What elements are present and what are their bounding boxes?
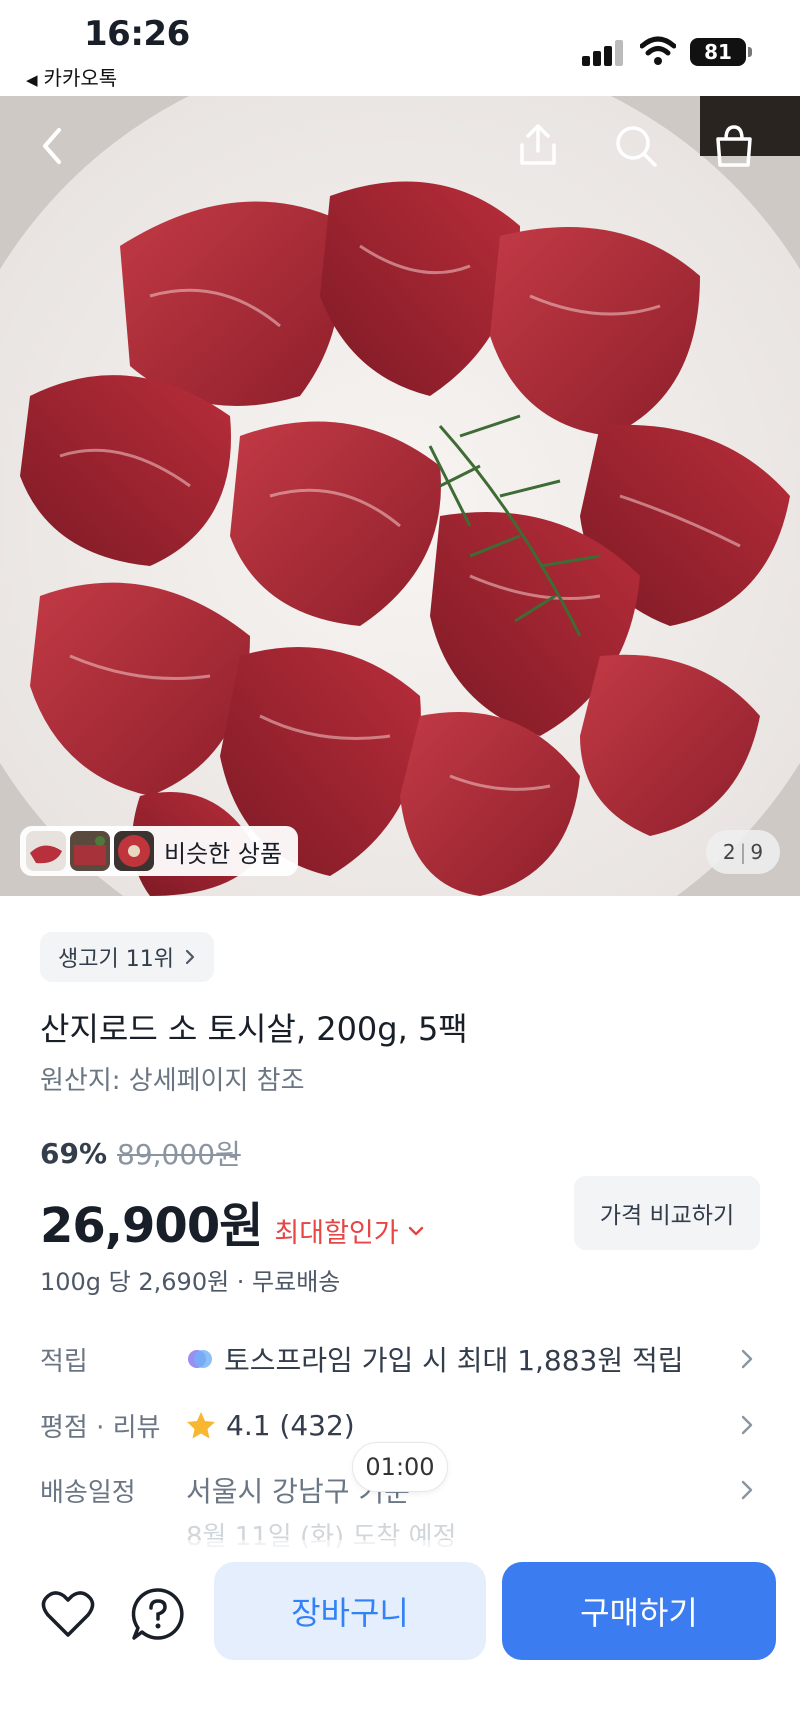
chevron-right-icon [741,1480,753,1500]
similar-products-button[interactable]: 비슷한 상품 [20,826,299,876]
share-icon [520,124,556,165]
question-icon [131,1588,184,1640]
delivery-label: 배송일정 [40,1477,136,1508]
star-icon [187,1412,215,1439]
product-title: 산지로드 소 토시살, 200g, 5팩 [40,1010,468,1048]
similar-products-label: 비슷한 상품 [164,839,283,868]
price-row: 26,900원 최대할인가 [40,1186,425,1256]
heart-icon [41,1591,95,1637]
chevron-right-icon [185,949,195,965]
countdown-timer-badge: 01:00 [352,1442,448,1492]
buy-now-button[interactable]: 구매하기 [502,1562,776,1660]
product-image-carousel[interactable]: 비슷한 상품 2 | 9 [0,96,800,896]
rank-chip-label: 생고기 11위 [58,947,174,972]
page-separator: | [739,840,747,864]
status-bar: 16:26 ◀ 카카오톡 81 [0,0,800,96]
rating-value: 4.1 (432) [226,1408,355,1442]
toss-prime-icon [188,1350,212,1368]
rating-label: 평점 · 리뷰 [40,1412,161,1443]
product-origin: 원산지: 상세페이지 참조 [40,1066,305,1096]
status-time: 16:26 [84,14,190,54]
search-icon [616,126,657,167]
add-to-cart-button[interactable]: 장바구니 [214,1562,486,1660]
similar-thumb-2 [70,831,110,871]
shopping-bag-icon [716,125,752,167]
page-total: 9 [750,840,764,864]
max-discount-toggle[interactable]: 최대할인가 [274,1211,424,1250]
share-button[interactable] [512,120,564,172]
product-photo [0,96,800,896]
back-app-label: 카카오톡 [43,66,118,90]
back-to-app-link[interactable]: ◀ 카카오톡 [26,62,117,91]
sale-price: 26,900원 [40,1198,263,1254]
points-row[interactable]: 적립 토스프라임 가입 시 최대 1,883원 적립 [40,1334,760,1384]
battery-indicator: 81 [690,38,752,66]
chevron-right-icon [741,1415,753,1435]
search-button[interactable] [610,120,662,172]
max-discount-label: 최대할인가 [274,1218,399,1249]
chevron-down-icon [408,1226,423,1235]
help-button[interactable] [128,1584,188,1644]
shopping-bag-button[interactable] [708,120,760,172]
wishlist-button[interactable] [38,1584,98,1644]
wifi-icon [639,36,677,66]
unit-price-shipping: 100g 당 2,690원 · 무료배송 [40,1268,341,1296]
back-button[interactable] [26,120,78,172]
compare-price-button[interactable]: 가격 비교하기 [574,1176,760,1250]
category-rank-chip[interactable]: 생고기 11위 [40,932,214,982]
chevron-right-icon [741,1349,753,1369]
image-page-counter: 2 | 9 [706,830,780,874]
discount-row: 69% 89,000원 [40,1133,241,1173]
back-triangle-icon: ◀ [26,71,38,89]
similar-thumb-1 [26,831,66,871]
similar-thumb-3 [114,831,154,871]
points-label: 적립 [40,1346,88,1377]
back-icon [43,128,61,164]
cellular-signal-icon [582,38,626,66]
points-value: 토스프라임 가입 시 최대 1,883원 적립 [224,1344,684,1377]
delivery-value: 서울시 강남구 기준 [186,1475,410,1508]
page-current: 2 [722,840,736,864]
original-price: 89,000원 [117,1138,241,1171]
discount-rate: 69% [40,1136,108,1170]
